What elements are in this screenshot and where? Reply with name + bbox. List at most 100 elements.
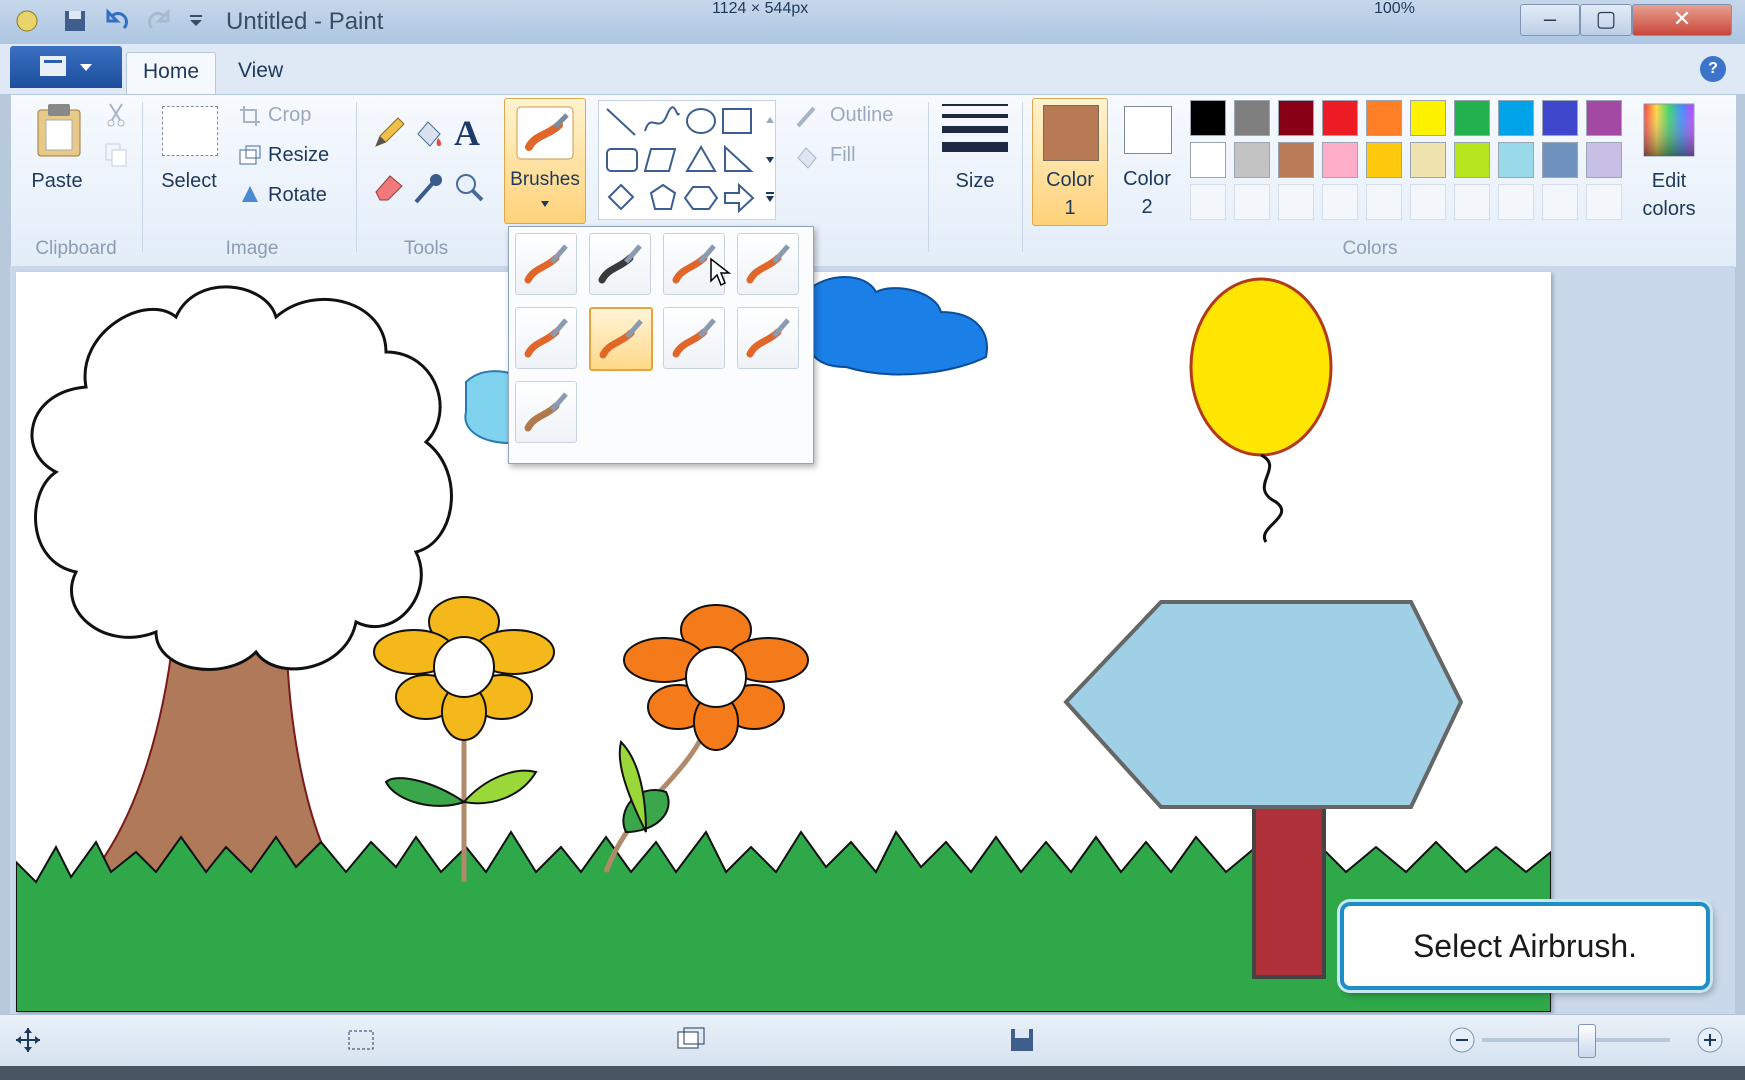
help-icon[interactable]: ? <box>1700 56 1726 82</box>
save-icon[interactable] <box>62 8 88 34</box>
yellow-balloon-drawing <box>1189 277 1333 543</box>
shapes-more-icon[interactable] <box>764 190 776 208</box>
paste-button[interactable]: Paste <box>20 170 94 193</box>
edit-colors-icon[interactable] <box>1642 102 1696 163</box>
color2-number: 2 <box>1141 196 1153 218</box>
tab-view[interactable]: View <box>222 52 299 94</box>
outline-button[interactable]: Outline <box>830 104 893 127</box>
palette-color-swatch[interactable] <box>1454 100 1490 136</box>
customize-qat-icon[interactable] <box>186 8 212 34</box>
shapes-scroll-up-icon[interactable] <box>764 112 776 130</box>
color2-button[interactable]: Color 2 <box>1110 98 1184 224</box>
size-icon[interactable] <box>942 102 1008 163</box>
tab-home[interactable]: Home <box>126 52 217 95</box>
window-title: Untitled - Paint <box>226 8 384 35</box>
mouse-cursor-icon <box>709 257 732 292</box>
pencil-icon[interactable] <box>372 116 406 155</box>
undo-icon[interactable] <box>104 8 130 34</box>
brush-option[interactable] <box>737 233 799 295</box>
clipboard-group-label: Clipboard <box>35 238 117 259</box>
cut-icon[interactable] <box>104 102 128 133</box>
palette-color-swatch[interactable] <box>1454 142 1490 178</box>
brush-option[interactable] <box>663 307 725 369</box>
palette-color-swatch[interactable] <box>1190 100 1226 136</box>
color1-button[interactable]: Color 1 <box>1032 98 1108 226</box>
edit-colors-label-2[interactable]: colors <box>1634 198 1704 221</box>
palette-color-swatch[interactable] <box>1498 100 1534 136</box>
palette-color-swatch[interactable] <box>1586 142 1622 178</box>
rotate-button[interactable]: Rotate <box>268 184 327 207</box>
palette-color-swatch[interactable] <box>1498 142 1534 178</box>
paint-app-icon[interactable] <box>14 8 40 34</box>
size-button[interactable]: Size <box>940 170 1010 193</box>
close-button[interactable]: ✕ <box>1632 4 1732 36</box>
palette-color-swatch[interactable] <box>1366 142 1402 178</box>
brush-option[interactable] <box>589 307 653 371</box>
redo-icon[interactable] <box>146 8 172 34</box>
palette-custom-slot[interactable] <box>1190 184 1226 220</box>
zoom-in-button[interactable] <box>1696 1026 1724 1059</box>
eraser-icon[interactable] <box>372 172 406 207</box>
palette-color-swatch[interactable] <box>1322 100 1358 136</box>
select-icon[interactable] <box>162 106 218 156</box>
fill-with-color-icon[interactable] <box>412 116 446 155</box>
palette-color-swatch[interactable] <box>1410 142 1446 178</box>
palette-custom-slot[interactable] <box>1366 184 1402 220</box>
zoom-out-button[interactable] <box>1448 1026 1476 1059</box>
paint-menu-button[interactable] <box>10 46 122 88</box>
palette-color-swatch[interactable] <box>1542 142 1578 178</box>
rotate-icon[interactable] <box>238 182 262 211</box>
brush-option[interactable] <box>589 233 651 295</box>
palette-color-swatch[interactable] <box>1190 142 1226 178</box>
crop-button[interactable]: Crop <box>268 104 311 127</box>
resize-icon[interactable] <box>238 144 262 173</box>
file-size-icon <box>1008 1026 1036 1059</box>
zoom-slider-thumb[interactable] <box>1578 1024 1596 1058</box>
magnifier-icon[interactable] <box>452 170 486 209</box>
palette-custom-slot[interactable] <box>1234 184 1270 220</box>
palette-color-swatch[interactable] <box>1366 100 1402 136</box>
color-palette <box>1190 98 1630 228</box>
brush-option[interactable] <box>515 307 577 369</box>
palette-color-swatch[interactable] <box>1234 100 1270 136</box>
brush-option[interactable] <box>515 233 577 295</box>
zoom-level: 100% <box>1374 0 1415 17</box>
edit-colors-label-1[interactable]: Edit <box>1634 170 1704 193</box>
palette-custom-slot[interactable] <box>1498 184 1534 220</box>
instruction-callout: Select Airbrush. <box>1340 902 1710 990</box>
minimize-button[interactable]: – <box>1520 4 1580 36</box>
crop-icon[interactable] <box>238 104 262 133</box>
text-tool-icon[interactable]: A <box>454 112 480 154</box>
palette-color-swatch[interactable] <box>1278 142 1314 178</box>
zoom-slider-track[interactable] <box>1482 1038 1670 1042</box>
group-separator <box>928 102 929 252</box>
color-picker-icon[interactable] <box>412 172 446 209</box>
paste-icon[interactable] <box>34 102 86 165</box>
palette-color-swatch[interactable] <box>1322 142 1358 178</box>
image-group-label: Image <box>225 238 279 259</box>
select-button[interactable]: Select <box>150 170 228 193</box>
palette-custom-slot[interactable] <box>1454 184 1490 220</box>
brush-option[interactable] <box>515 381 577 443</box>
palette-color-swatch[interactable] <box>1586 100 1622 136</box>
brushes-button[interactable]: Brushes <box>504 98 586 224</box>
brush-option[interactable] <box>737 307 799 369</box>
fill-button[interactable]: Fill <box>830 144 856 167</box>
group-separator <box>142 102 143 252</box>
palette-custom-slot[interactable] <box>1322 184 1358 220</box>
palette-custom-slot[interactable] <box>1278 184 1314 220</box>
palette-color-swatch[interactable] <box>1410 100 1446 136</box>
palette-custom-slot[interactable] <box>1542 184 1578 220</box>
copy-icon[interactable] <box>104 142 128 173</box>
palette-custom-slot[interactable] <box>1410 184 1446 220</box>
palette-color-swatch[interactable] <box>1234 142 1270 178</box>
palette-color-swatch[interactable] <box>1278 100 1314 136</box>
resize-button[interactable]: Resize <box>268 144 329 167</box>
palette-color-swatch[interactable] <box>1542 100 1578 136</box>
fill-icon[interactable] <box>794 144 820 175</box>
shapes-scroll-down-icon[interactable] <box>764 152 776 170</box>
outline-icon[interactable] <box>794 104 820 135</box>
maximize-button[interactable]: ▢ <box>1580 4 1632 36</box>
palette-custom-slot[interactable] <box>1586 184 1622 220</box>
shapes-gallery[interactable] <box>598 100 776 220</box>
